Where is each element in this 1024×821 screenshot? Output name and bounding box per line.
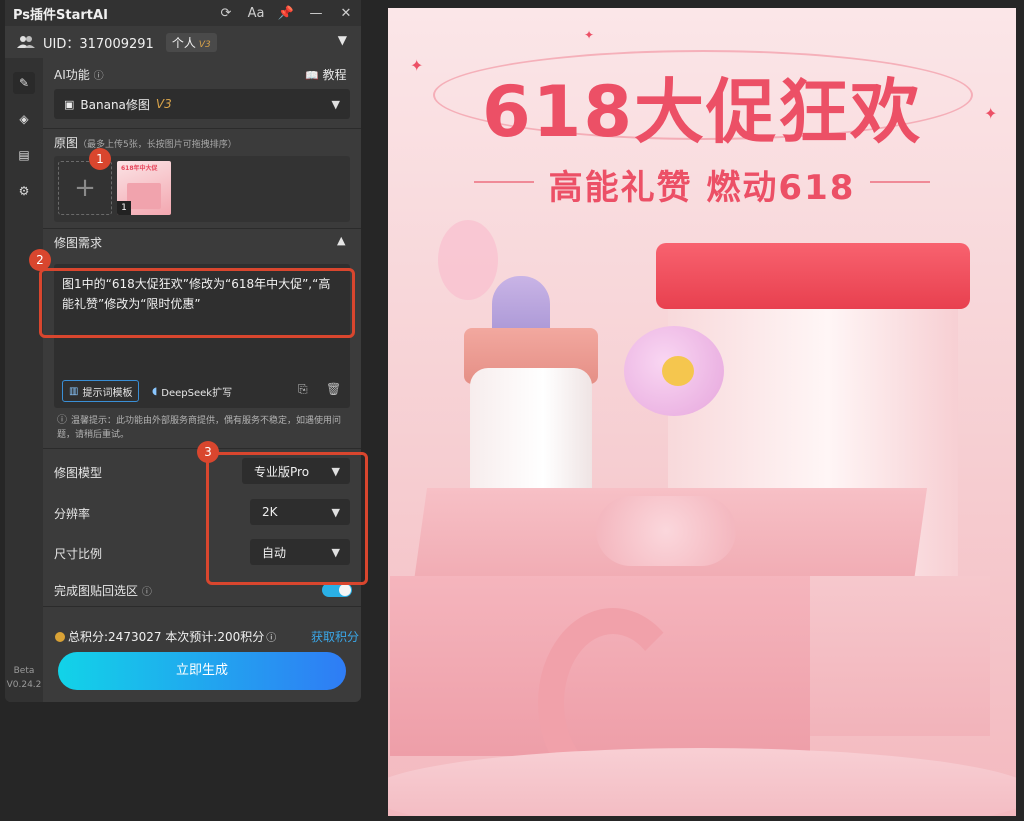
divider <box>43 228 361 229</box>
image-icon: ▣ <box>64 97 75 111</box>
request-label: 修图需求 <box>54 236 103 250</box>
pin-icon[interactable]: 📌 <box>271 6 301 21</box>
sparkle-icon: ✦ <box>410 56 424 75</box>
gift-box-side <box>810 576 990 736</box>
paste-back-text: 完成图贴回选区 <box>54 584 139 598</box>
sparkle-icon: ✦ <box>584 28 595 42</box>
history-icon[interactable]: ⎘ <box>298 382 308 397</box>
user-row[interactable]: UID：317009291 个人 V3 ▼ <box>5 27 361 57</box>
beta-label: Beta <box>13 666 35 676</box>
canvas-poster: 618大促狂欢 高能礼赞 燃动618 ✦ ✦ ✦ <box>388 8 1016 816</box>
chevron-up-icon[interactable]: ▲ <box>337 234 345 247</box>
clipboard-icon[interactable]: ▤ <box>13 144 35 166</box>
info-icon[interactable]: ⓘ <box>94 71 104 82</box>
toggle-knob <box>339 584 351 596</box>
prompt-template-button[interactable]: ▥ 提示词模板 <box>62 380 140 402</box>
ai-function-version: V3 <box>155 97 172 111</box>
get-credits-link[interactable]: 获取积分 <box>311 628 359 645</box>
paste-back-toggle[interactable] <box>322 583 352 597</box>
title-bar: Ps插件StartAI ⟳ Aa 📌 — ✕ <box>5 0 361 26</box>
pacifier <box>624 326 724 416</box>
users-icon <box>17 36 35 48</box>
model-label: 修图模型 <box>54 466 103 480</box>
poster-title: 618大促狂欢 <box>481 71 923 153</box>
font-size-icon[interactable]: Aa <box>241 6 271 21</box>
plan-version: V3 <box>198 39 211 50</box>
annotation-box-3 <box>206 452 368 585</box>
paste-back-label: 完成图贴回选区 ⓘ <box>54 582 152 599</box>
ratio-label: 尺寸比例 <box>54 547 103 561</box>
ai-function-value: Banana修图 <box>80 97 150 112</box>
deepseek-label: DeepSeek扩写 <box>161 387 233 399</box>
startai-panel: Ps插件StartAI ⟳ Aa 📌 — ✕ UID：317009291 个人 V… <box>5 0 361 702</box>
original-label: 原图（最多上传5张，长按图片可拖拽排序） <box>54 134 237 151</box>
thumb-title: 618年中大促 <box>121 165 158 172</box>
close-icon[interactable]: ✕ <box>331 6 361 21</box>
uid-label: UID：317009291 <box>43 36 154 52</box>
refresh-icon[interactable]: ⟳ <box>211 6 241 21</box>
ai-function-text: AI功能 <box>54 68 90 82</box>
plan-name: 个人 <box>171 35 196 50</box>
chevron-down-icon: ▼ <box>331 97 340 111</box>
info-icon[interactable]: ⓘ <box>142 587 152 598</box>
alert-icon: ⓘ <box>57 415 67 426</box>
pacifier-center <box>662 356 694 386</box>
generate-button[interactable]: 立即生成 <box>58 652 346 690</box>
divider <box>43 128 361 129</box>
deepseek-whale-icon: ◖ <box>152 385 158 397</box>
formula-can-lid <box>656 243 970 309</box>
thumb-index: 1 <box>117 201 131 215</box>
credits-row: 总积分:2473027 本次预计:200积分 ⓘ 获取积分 <box>55 628 359 645</box>
layers-icon[interactable]: ◈ <box>13 108 35 130</box>
annotation-badge-3: 3 <box>197 441 219 463</box>
gift-bow <box>596 496 736 566</box>
side-rail: ✎ ◈ ▤ ⚙ Beta V0.24.2 <box>5 58 43 702</box>
poster-subtitle: 高能礼赞 燃动618 <box>548 168 856 208</box>
minimize-icon[interactable]: — <box>301 6 331 21</box>
coin-icon <box>55 631 65 642</box>
annotation-box-2 <box>39 268 355 338</box>
template-label: 提示词模板 <box>82 387 133 399</box>
tutorial-text: 教程 <box>322 68 347 82</box>
info-icon[interactable]: ⓘ <box>266 629 276 644</box>
book-icon: 📖 <box>305 69 319 82</box>
edit-pen-icon[interactable]: ✎ <box>13 72 35 94</box>
template-icon: ▥ <box>69 385 79 397</box>
gear-icon[interactable]: ⚙ <box>13 180 35 202</box>
chevron-down-icon[interactable]: ▼ <box>338 33 347 47</box>
version-label: V0.24.2 <box>6 680 42 690</box>
app-title: Ps插件StartAI <box>13 7 108 23</box>
ai-function-select[interactable]: ▣ Banana修图 V3 ▼ <box>54 89 350 119</box>
plan-badge: 个人 V3 <box>165 32 217 52</box>
annotation-badge-2: 2 <box>29 249 51 271</box>
sparkle-icon: ✦ <box>984 104 998 123</box>
uploaded-thumbnail[interactable]: 618年中大促 1 <box>117 161 171 215</box>
display-stage <box>388 748 1016 816</box>
annotation-badge-1: 1 <box>89 148 111 170</box>
warning-text: ⓘ 温馨提示：此功能由外部服务商提供，偶有服务不稳定，如遇使用问题，请稍后重试。 <box>57 414 349 442</box>
divider <box>43 606 361 607</box>
thumb-gift-box <box>127 183 161 209</box>
warning-message: 温馨提示：此功能由外部服务商提供，偶有服务不稳定，如遇使用问题，请稍后重试。 <box>57 416 342 440</box>
original-text: 原图 <box>54 136 79 150</box>
credits-text: 总积分:2473027 本次预计:200积分 <box>68 630 265 644</box>
trash-icon[interactable]: 🗑 <box>326 382 341 396</box>
deepseek-expand-button[interactable]: ◖ DeepSeek扩写 <box>146 380 238 402</box>
resolution-label: 分辨率 <box>54 507 91 521</box>
tutorial-link[interactable]: 📖 教程 <box>305 66 347 83</box>
balloon-decoration <box>438 220 498 300</box>
ai-function-label: AI功能 ⓘ <box>54 66 104 83</box>
